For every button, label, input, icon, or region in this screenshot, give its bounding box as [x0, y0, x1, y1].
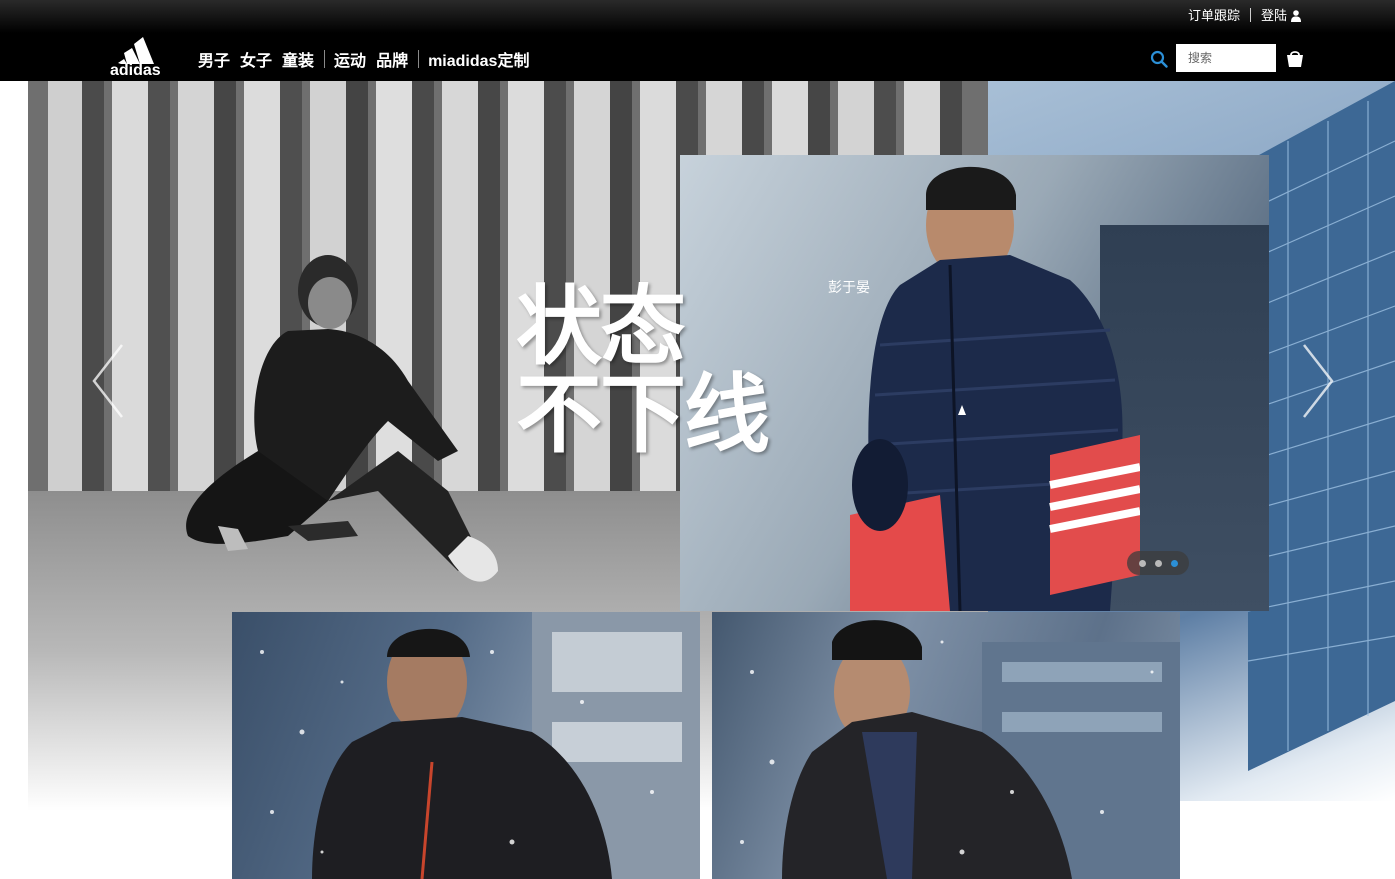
- carousel-dot[interactable]: [1154, 559, 1162, 567]
- carousel-next-arrow[interactable]: [1298, 341, 1338, 421]
- nav-kids[interactable]: 童装: [282, 47, 314, 71]
- nav-men[interactable]: 男子: [198, 47, 230, 71]
- primary-nav: 男子 女子 童装 运动 品牌 miadidas定制: [198, 47, 539, 71]
- shopping-bag-icon[interactable]: [1285, 48, 1305, 68]
- search-icon[interactable]: [1150, 50, 1168, 68]
- athlete-name-caption: 彭于晏: [828, 280, 870, 296]
- carousel-dot[interactable]: [1138, 559, 1146, 567]
- main-nav: adidas 男子 女子 童装 运动 品牌 miadidas定制: [0, 33, 1395, 81]
- hero-banner[interactable]: 彭于晏 状态 不下线: [28, 81, 1395, 879]
- nav-sports[interactable]: 运动: [334, 47, 366, 71]
- utility-links: 订单跟踪 登陆: [1188, 5, 1301, 24]
- headline-line-1: 状态: [516, 277, 686, 377]
- nav-women[interactable]: 女子: [240, 47, 272, 71]
- athlete-stretching-image: [186, 255, 498, 582]
- nav-brand[interactable]: 品牌: [376, 47, 408, 71]
- carousel-prev-arrow[interactable]: [88, 341, 128, 421]
- promo-card-women[interactable]: [712, 612, 1180, 879]
- athlete-in-jacket-image: [850, 166, 1140, 611]
- user-icon[interactable]: [1291, 9, 1301, 22]
- hero-headline: 状态 不下线: [516, 283, 770, 465]
- nav-divider: [418, 50, 420, 68]
- order-tracking-link[interactable]: 订单跟踪: [1188, 5, 1240, 24]
- woman-in-snow-image: [740, 620, 1180, 879]
- carousel-dots: [1127, 551, 1189, 575]
- utility-bar: 订单跟踪 登陆: [0, 0, 1395, 33]
- svg-text:adidas: adidas: [110, 62, 161, 79]
- carousel-dot-active[interactable]: [1170, 559, 1178, 567]
- search-input[interactable]: [1176, 44, 1276, 72]
- adidas-logo[interactable]: adidas: [110, 33, 176, 81]
- headline-line-2: 不下线: [516, 365, 770, 465]
- man-in-snow-image: [260, 612, 700, 879]
- nav-miadidas[interactable]: miadidas定制: [428, 47, 529, 71]
- login-link[interactable]: 登陆: [1261, 5, 1287, 24]
- featured-athlete-photo[interactable]: 彭于晏: [680, 155, 1269, 611]
- utility-divider: [1249, 7, 1251, 22]
- nav-divider: [324, 50, 326, 68]
- promo-card-men[interactable]: [232, 612, 700, 879]
